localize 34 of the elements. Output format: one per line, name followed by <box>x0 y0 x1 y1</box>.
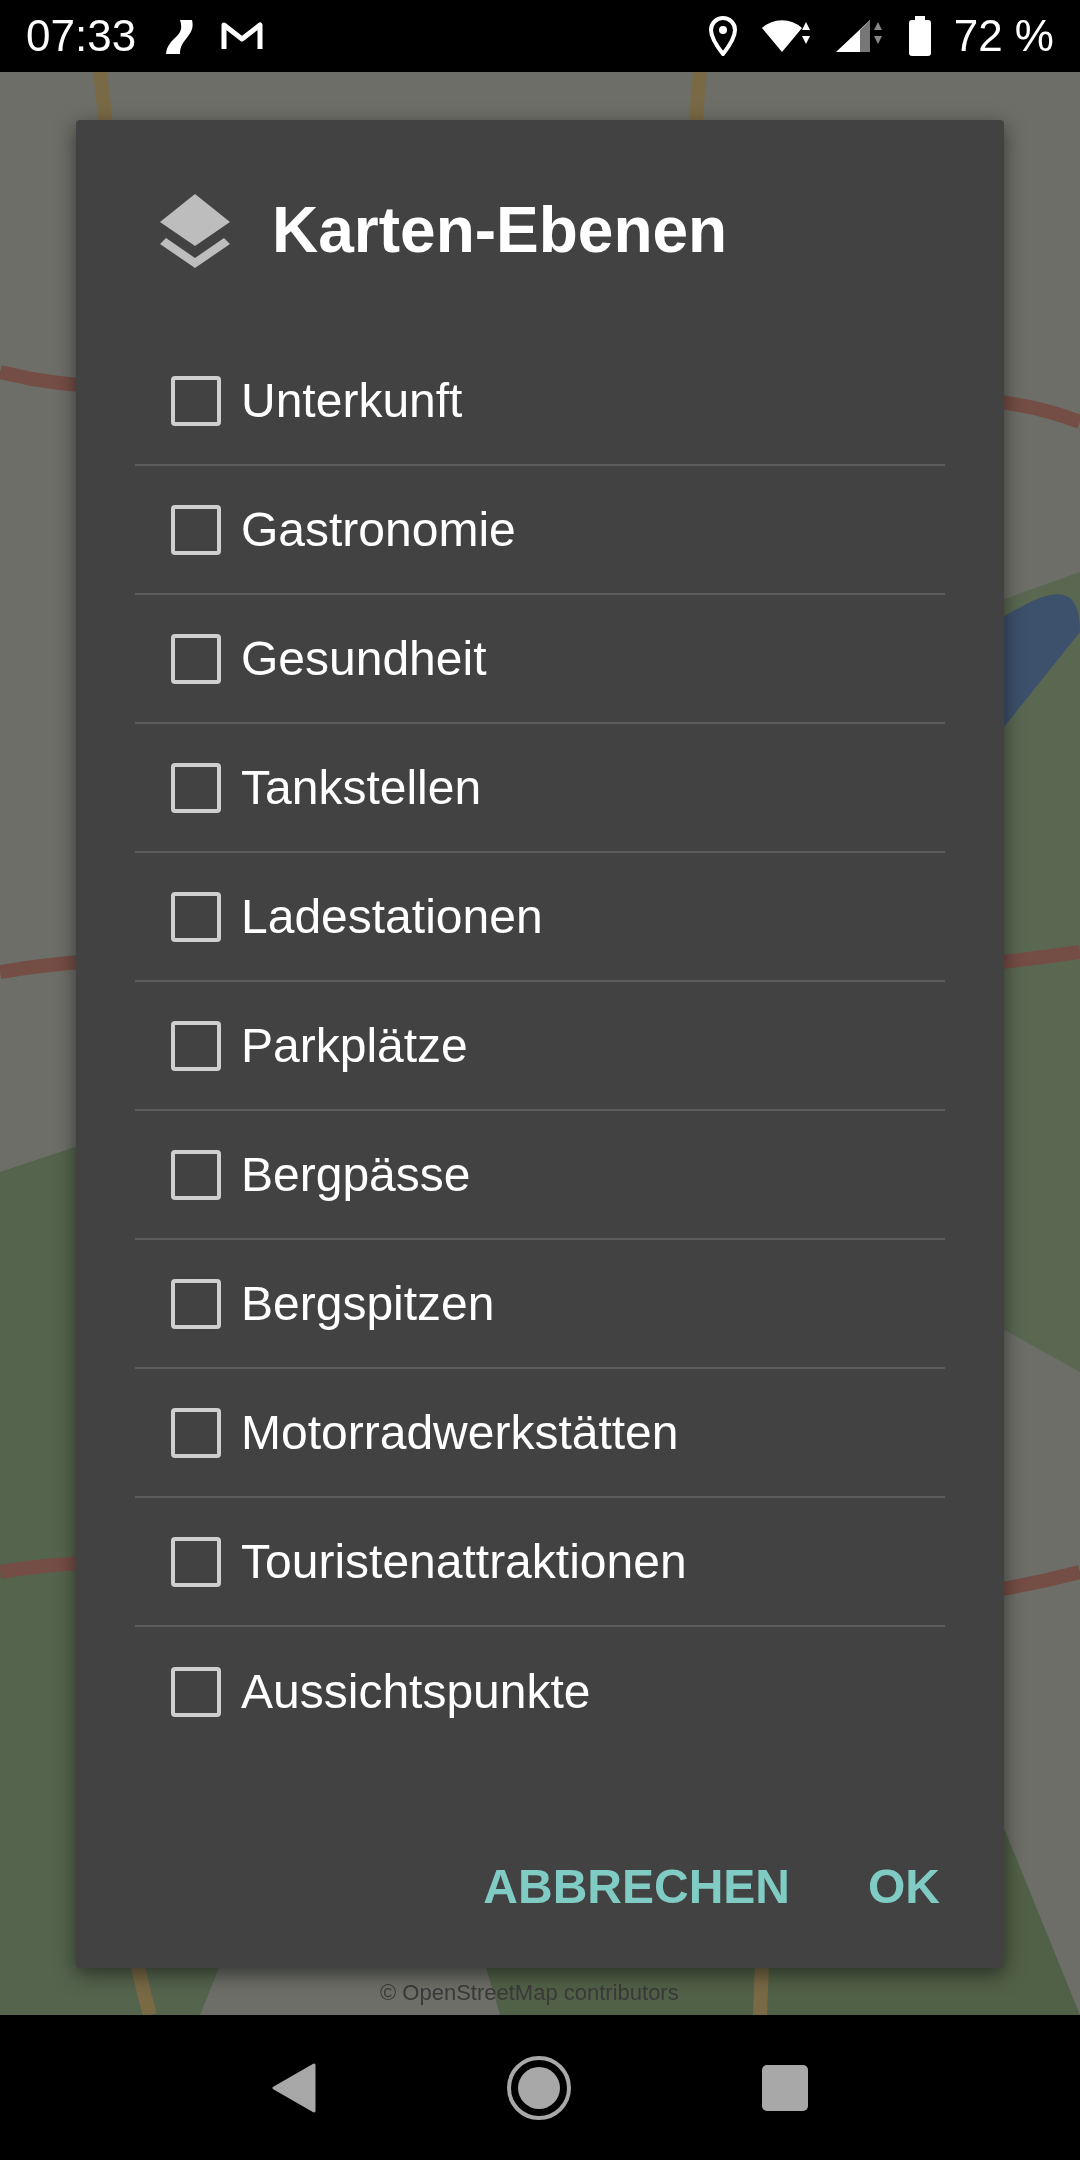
checkbox[interactable] <box>171 762 221 813</box>
clock: 07:33 <box>26 11 137 61</box>
wifi-icon <box>759 18 812 54</box>
option-label: Bergspitzen <box>241 1276 495 1331</box>
layers-icon <box>158 192 232 268</box>
option-label: Ladestationen <box>241 889 543 944</box>
home-icon[interactable] <box>506 2054 572 2121</box>
recents-icon[interactable] <box>762 2064 808 2111</box>
location-icon <box>707 16 738 56</box>
option-label: Tankstellen <box>241 760 482 815</box>
checkbox[interactable] <box>171 1407 221 1458</box>
checkbox[interactable] <box>171 1536 221 1587</box>
ok-button[interactable]: OK <box>844 1838 964 1934</box>
option-label: Unterkunft <box>241 373 463 428</box>
option-label: Touristenattraktionen <box>241 1534 687 1589</box>
option-label: Motorradwerkstätten <box>241 1405 679 1460</box>
cancel-button[interactable]: ABBRECHEN <box>459 1838 814 1934</box>
battery-percent: 72 % <box>953 11 1054 61</box>
checkbox[interactable] <box>171 1149 221 1200</box>
option-label: Parkplätze <box>241 1018 468 1073</box>
option-label: Bergpässe <box>241 1147 471 1202</box>
checkbox[interactable] <box>171 1666 221 1717</box>
back-icon[interactable] <box>272 2062 316 2113</box>
dialog-title: Karten-Ebenen <box>272 193 728 267</box>
checkbox[interactable] <box>171 375 221 426</box>
checkbox[interactable] <box>171 891 221 942</box>
option-label: Gastronomie <box>241 502 516 557</box>
checkbox[interactable] <box>171 633 221 684</box>
option-label: Gesundheit <box>241 631 487 686</box>
checkbox[interactable] <box>171 1278 221 1329</box>
battery-icon <box>907 16 932 56</box>
checkbox[interactable] <box>171 504 221 555</box>
option-label: Aussichtspunkte <box>241 1664 591 1719</box>
checkbox[interactable] <box>171 1020 221 1071</box>
